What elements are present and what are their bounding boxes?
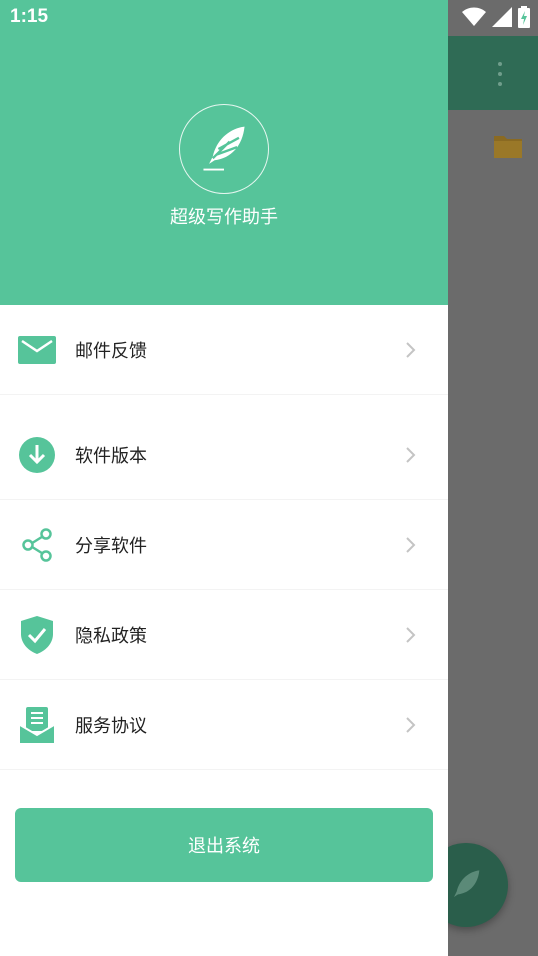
mail-icon — [18, 331, 56, 369]
signal-icon — [492, 7, 512, 27]
menu-item-label: 邮件反馈 — [75, 340, 147, 362]
folder-icon — [494, 136, 522, 158]
battery-icon — [518, 6, 530, 28]
wifi-icon — [462, 7, 486, 26]
chevron-right-icon — [406, 446, 416, 463]
drawer-header: 超级写作助手 — [0, 0, 448, 305]
menu-item-share[interactable]: 分享软件 — [0, 500, 448, 590]
feather-icon — [203, 126, 245, 171]
menu-item-privacy[interactable]: 隐私政策 — [0, 590, 448, 680]
menu-item-label: 分享软件 — [75, 535, 147, 557]
chevron-right-icon — [406, 536, 416, 553]
menu-item-feedback[interactable]: 邮件反馈 — [0, 305, 448, 395]
shield-check-icon — [18, 615, 56, 654]
menu-item-label: 软件版本 — [75, 445, 147, 467]
more-options-icon[interactable] — [490, 62, 510, 86]
share-icon — [18, 526, 56, 564]
status-time: 1:15 — [10, 6, 49, 27]
feather-icon — [454, 870, 480, 897]
status-bar: 1:15 — [0, 0, 538, 36]
logout-button[interactable]: 退出系统 — [15, 808, 433, 882]
agreement-icon — [18, 706, 56, 744]
navigation-drawer: 超级写作助手 邮件反馈 软件版本 分享软件 隐私政策 服务协议 退出系统 — [0, 0, 448, 956]
app-logo — [179, 104, 269, 194]
menu-item-label: 隐私政策 — [75, 625, 147, 647]
menu-item-version[interactable]: 软件版本 — [0, 410, 448, 500]
menu-item-label: 服务协议 — [75, 715, 147, 737]
menu-item-terms[interactable]: 服务协议 — [0, 680, 448, 770]
download-icon — [18, 436, 56, 474]
chevron-right-icon — [406, 716, 416, 733]
app-name: 超级写作助手 — [170, 207, 278, 228]
chevron-right-icon — [406, 341, 416, 358]
drawer-menu: 邮件反馈 软件版本 分享软件 隐私政策 服务协议 — [0, 305, 448, 770]
chevron-right-icon — [406, 626, 416, 643]
